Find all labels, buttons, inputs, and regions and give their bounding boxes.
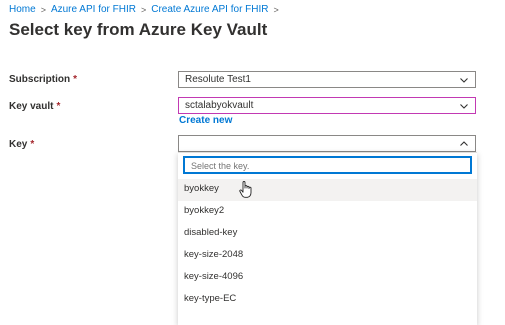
- required-marker: *: [56, 101, 61, 112]
- option-label: key-size-4096: [184, 271, 244, 282]
- breadcrumb-separator: >: [40, 4, 46, 15]
- key-select[interactable]: [178, 135, 476, 152]
- option-label: disabled-key: [184, 227, 238, 238]
- hand-pointer-icon: [239, 181, 252, 198]
- chevron-up-icon: [459, 139, 469, 149]
- key-vault-label: Key vault *: [9, 101, 60, 112]
- required-marker: *: [73, 74, 78, 85]
- subscription-select[interactable]: Resolute Test1: [178, 71, 476, 88]
- option-label: byokkey: [184, 183, 219, 194]
- option-label: key-size-2048: [184, 249, 244, 260]
- chevron-down-icon: [459, 101, 469, 111]
- subscription-label-text: Subscription: [9, 74, 71, 85]
- key-vault-select[interactable]: sctalabyokvault: [178, 97, 476, 114]
- key-dropdown-list: byokkey byokkey2 disabled-key key-size-2…: [178, 152, 477, 325]
- key-option-key-type-ec[interactable]: key-type-EC: [178, 289, 477, 311]
- subscription-label: Subscription *: [9, 74, 77, 85]
- breadcrumb-home[interactable]: Home: [9, 4, 36, 15]
- key-label-text: Key: [9, 139, 28, 150]
- chevron-down-icon: [459, 75, 469, 85]
- key-vault-label-text: Key vault: [9, 101, 54, 112]
- required-marker: *: [30, 139, 35, 150]
- key-filter-input[interactable]: [183, 156, 472, 174]
- option-label: key-type-EC: [184, 293, 237, 304]
- page-title: Select key from Azure Key Vault: [9, 20, 268, 39]
- breadcrumb-separator: >: [140, 4, 147, 15]
- breadcrumb-create-fhir[interactable]: Create Azure API for FHIR: [151, 4, 268, 15]
- key-option-key-size-4096[interactable]: key-size-4096: [178, 267, 477, 289]
- create-new-link[interactable]: Create new: [179, 115, 232, 126]
- key-label: Key *: [9, 139, 34, 150]
- breadcrumb-azure-api-fhir[interactable]: Azure API for FHIR: [51, 4, 136, 15]
- key-option-byokkey[interactable]: byokkey: [178, 179, 477, 201]
- subscription-value: Resolute Test1: [185, 74, 251, 85]
- key-option-byokkey2[interactable]: byokkey2: [178, 201, 477, 223]
- option-label: byokkey2: [184, 205, 225, 216]
- breadcrumb-separator: >: [273, 4, 279, 15]
- breadcrumb: Home > Azure API for FHIR > Create Azure…: [9, 4, 284, 15]
- key-vault-value: sctalabyokvault: [185, 100, 254, 111]
- key-option-disabled-key[interactable]: disabled-key: [178, 223, 477, 245]
- key-option-key-size-2048[interactable]: key-size-2048: [178, 245, 477, 267]
